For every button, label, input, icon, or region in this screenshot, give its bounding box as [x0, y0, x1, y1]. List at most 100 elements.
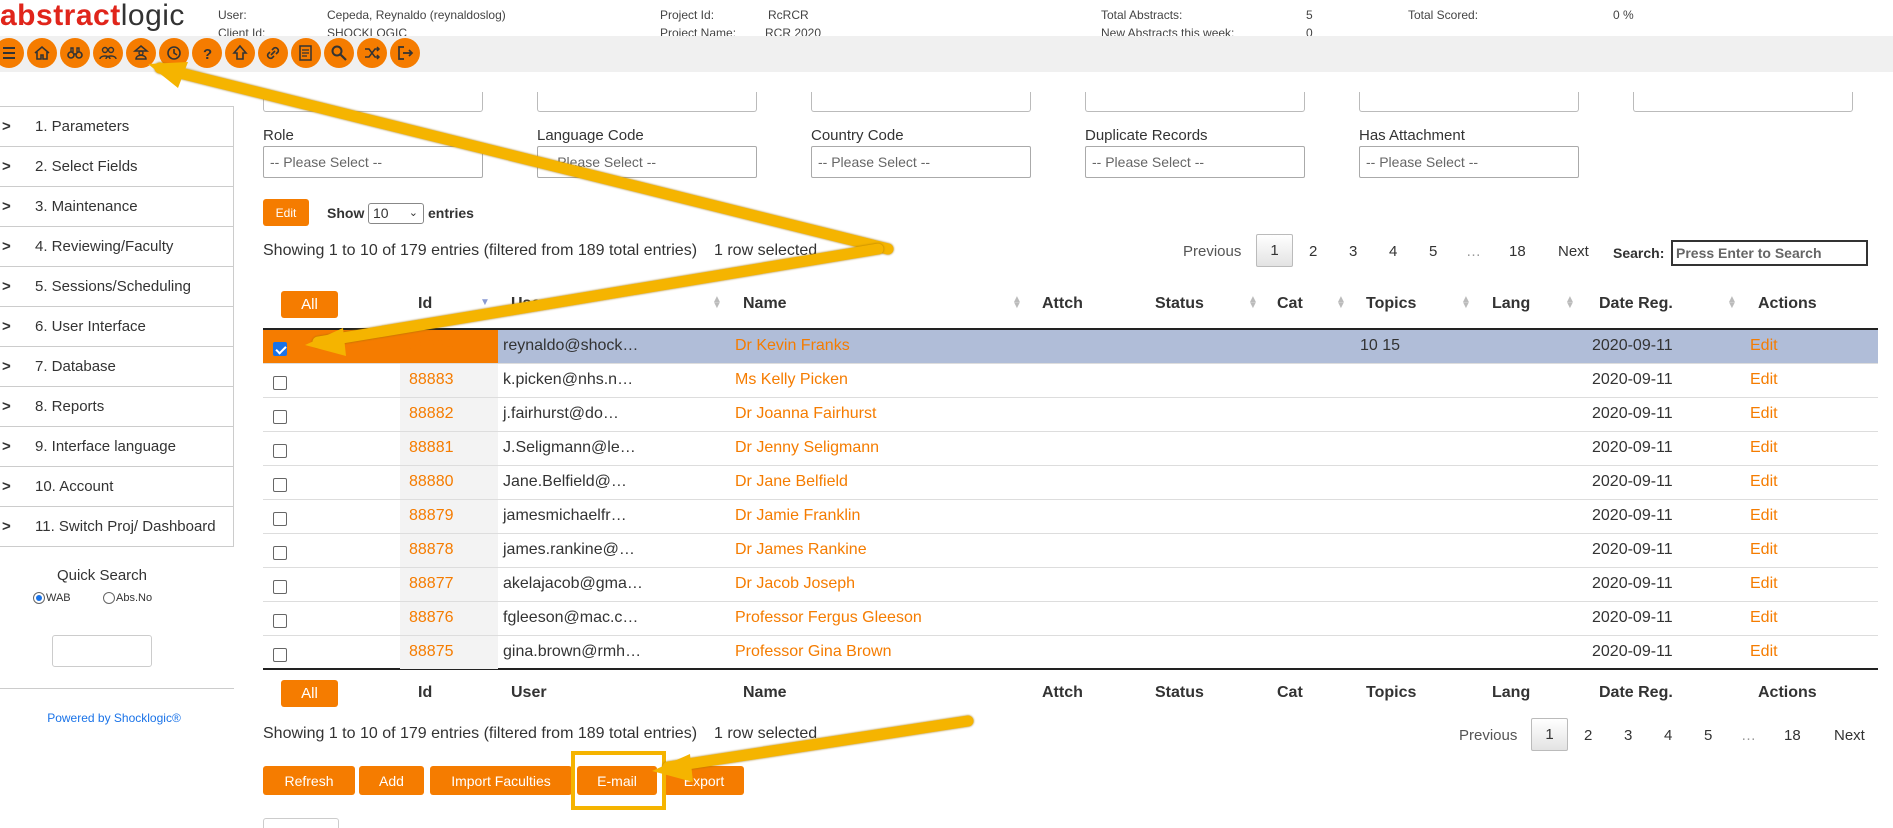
pagination-page-3-bottom[interactable]: 3: [1624, 727, 1632, 744]
row-id-link[interactable]: 88879: [409, 507, 454, 525]
row-id-link[interactable]: 88878: [409, 541, 454, 559]
table-row[interactable]: 88882 j.fairhurst@do… Dr Joanna Fairhurs…: [263, 398, 1878, 432]
row-name-link[interactable]: Dr Jamie Franklin: [735, 507, 860, 525]
sidebar-item-maintenance[interactable]: >3. Maintenance: [0, 187, 234, 227]
row-name-link[interactable]: Professor Fergus Gleeson: [735, 609, 922, 627]
row-edit-link[interactable]: Edit: [1750, 507, 1778, 525]
row-name-link[interactable]: Dr Jacob Joseph: [735, 575, 855, 593]
pagination-page-1-bottom[interactable]: 1: [1531, 718, 1568, 751]
pagination-next[interactable]: Next: [1558, 243, 1589, 260]
row-checkbox[interactable]: [273, 410, 287, 424]
pagination-page-4[interactable]: 4: [1389, 243, 1397, 260]
row-name-link[interactable]: Ms Kelly Picken: [735, 371, 848, 389]
pagination-previous[interactable]: Previous: [1183, 243, 1241, 260]
row-checkbox[interactable]: [273, 478, 287, 492]
duplicate-records-select[interactable]: -- Please Select --: [1085, 146, 1305, 178]
filter-select-above-language[interactable]: [537, 92, 757, 112]
menu-icon[interactable]: [0, 38, 24, 68]
row-checkbox[interactable]: [273, 546, 287, 560]
table-row[interactable]: 88883 k.picken@nhs.n… Ms Kelly Picken 20…: [263, 364, 1878, 398]
has-attachment-select[interactable]: -- Please Select --: [1359, 146, 1579, 178]
table-row[interactable]: 88878 james.rankine@… Dr James Rankine 2…: [263, 534, 1878, 568]
row-id-link[interactable]: 88877: [409, 575, 454, 593]
row-id-link[interactable]: 88883: [409, 371, 454, 389]
pagination-page-1[interactable]: 1: [1256, 234, 1293, 267]
pagination-page-4-bottom[interactable]: 4: [1664, 727, 1672, 744]
sidebar-item-database[interactable]: >7. Database: [0, 347, 234, 387]
row-edit-link[interactable]: Edit: [1750, 405, 1778, 423]
filter-select-above-extra[interactable]: [1633, 92, 1853, 112]
row-checkbox[interactable]: [273, 342, 287, 356]
pagination-page-18-bottom[interactable]: 18: [1784, 727, 1801, 744]
table-row[interactable]: 88875 gina.brown@rmh… Professor Gina Bro…: [263, 636, 1878, 670]
col-header-cat[interactable]: Cat: [1277, 295, 1303, 313]
export-button[interactable]: Export: [664, 766, 744, 795]
pagination-previous-bottom[interactable]: Previous: [1459, 727, 1517, 744]
row-checkbox[interactable]: [273, 614, 287, 628]
select-all-footer-button[interactable]: All: [281, 680, 338, 707]
sidebar-item-account[interactable]: >10. Account: [0, 467, 234, 507]
filter-select-above-role[interactable]: [263, 92, 483, 112]
powered-by-link[interactable]: Powered by Shocklogic®: [0, 711, 228, 725]
sidebar-item-interface-language[interactable]: >9. Interface language: [0, 427, 234, 467]
row-id-link[interactable]: 88882: [409, 405, 454, 423]
upload-icon[interactable]: [225, 38, 255, 68]
home-icon[interactable]: [27, 38, 57, 68]
col-header-date-reg[interactable]: Date Reg.: [1599, 295, 1673, 313]
col-header-user[interactable]: User: [511, 295, 547, 313]
pagination-page-3[interactable]: 3: [1349, 243, 1357, 260]
table-row[interactable]: 88876 fgleeson@mac.c… Professor Fergus G…: [263, 602, 1878, 636]
quick-search-input[interactable]: [52, 635, 152, 667]
row-checkbox[interactable]: [273, 648, 287, 662]
col-header-topics[interactable]: Topics: [1366, 295, 1416, 313]
pagination-page-5-bottom[interactable]: 5: [1704, 727, 1712, 744]
row-checkbox[interactable]: [273, 512, 287, 526]
col-header-status[interactable]: Status: [1155, 295, 1204, 313]
pagination-page-18[interactable]: 18: [1509, 243, 1526, 260]
import-faculties-button[interactable]: Import Faculties: [430, 766, 572, 795]
col-header-id[interactable]: Id: [418, 295, 432, 313]
sidebar-item-switch-proj[interactable]: >11. Switch Proj/ Dashboard: [0, 507, 234, 547]
row-edit-link[interactable]: Edit: [1750, 541, 1778, 559]
binoculars-icon[interactable]: [60, 38, 90, 68]
logout-icon[interactable]: [390, 38, 420, 68]
radio-selected[interactable]: [33, 592, 45, 604]
country-code-select[interactable]: -- Please Select --: [811, 146, 1031, 178]
quick-search-absno-radio[interactable]: Abs.No: [103, 592, 152, 604]
row-name-link[interactable]: Professor Gina Brown: [735, 643, 892, 661]
page-length-select[interactable]: 10 ⌄: [368, 203, 424, 224]
row-id-link[interactable]: 88881: [409, 439, 454, 457]
sidebar-item-reports[interactable]: >8. Reports: [0, 387, 234, 427]
add-button[interactable]: Add: [359, 766, 424, 795]
sidebar-item-parameters[interactable]: >1. Parameters: [0, 107, 234, 147]
row-name-link[interactable]: Dr Jane Belfield: [735, 473, 848, 491]
filter-select-above-attachment[interactable]: [1359, 92, 1579, 112]
pagination-page-2-bottom[interactable]: 2: [1584, 727, 1592, 744]
row-name-link[interactable]: Dr Jenny Seligmann: [735, 439, 879, 457]
table-row[interactable]: 88884 reynaldo@shock… Dr Kevin Franks 10…: [263, 330, 1878, 364]
row-edit-link[interactable]: Edit: [1750, 473, 1778, 491]
row-edit-link[interactable]: Edit: [1750, 439, 1778, 457]
partial-control-below[interactable]: [263, 818, 339, 828]
refresh-button[interactable]: Refresh: [263, 766, 355, 795]
table-row[interactable]: 88879 jamesmichaelfr… Dr Jamie Franklin …: [263, 500, 1878, 534]
row-name-link[interactable]: Dr Kevin Franks: [735, 337, 850, 355]
row-edit-link[interactable]: Edit: [1750, 337, 1778, 355]
faculty-icon[interactable]: [126, 38, 156, 68]
select-all-button[interactable]: All: [281, 291, 338, 318]
row-name-link[interactable]: Dr James Rankine: [735, 541, 867, 559]
col-header-attch[interactable]: Attch: [1042, 295, 1083, 313]
row-id-link[interactable]: 88884: [409, 337, 454, 355]
report-icon[interactable]: [291, 38, 321, 68]
search-input[interactable]: Press Enter to Search: [1671, 240, 1868, 266]
pagination-page-2[interactable]: 2: [1309, 243, 1317, 260]
radio-unselected[interactable]: [103, 592, 115, 604]
col-header-lang[interactable]: Lang: [1492, 295, 1530, 313]
sessions-icon[interactable]: [159, 38, 189, 68]
users-icon[interactable]: [93, 38, 123, 68]
shuffle-icon[interactable]: [357, 38, 387, 68]
sidebar-item-sessions-scheduling[interactable]: >5. Sessions/Scheduling: [0, 267, 234, 307]
search-icon[interactable]: [324, 38, 354, 68]
edit-filters-button[interactable]: Edit: [263, 199, 309, 226]
sidebar-item-user-interface[interactable]: >6. User Interface: [0, 307, 234, 347]
